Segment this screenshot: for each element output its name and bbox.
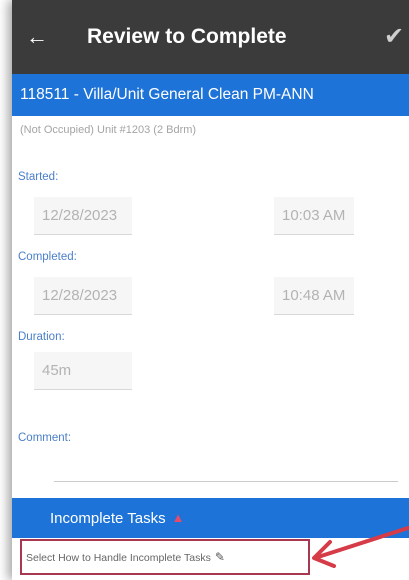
started-time-field[interactable]: 10:03 AM <box>274 197 354 235</box>
completed-date-field[interactable]: 12/28/2023 <box>34 277 132 315</box>
duration-label: Duration: <box>18 331 65 343</box>
warning-triangle-icon: ▲ <box>171 510 185 525</box>
completed-time-field[interactable]: 10:48 AM <box>274 277 354 315</box>
top-app-bar: ← Review to Complete ✔ <box>12 0 409 74</box>
job-title-bar: 118511 - Villa/Unit General Clean PM-ANN <box>12 74 409 116</box>
page-title: Review to Complete <box>87 25 287 48</box>
confirm-button[interactable]: ✔ <box>381 22 407 52</box>
pencil-icon[interactable]: ✎ <box>215 550 225 564</box>
comment-underline <box>54 481 398 482</box>
unit-info: (Not Occupied) Unit #1203 (2 Bdrm) <box>20 124 197 136</box>
started-date-field[interactable]: 12/28/2023 <box>34 197 132 235</box>
incomplete-tasks-title: Incomplete Tasks <box>50 510 166 527</box>
comment-input[interactable] <box>54 455 398 481</box>
phone-screen: ← Review to Complete ✔ 118511 - Villa/Un… <box>12 0 409 580</box>
comment-label: Comment: <box>18 432 72 444</box>
back-button[interactable]: ← <box>24 22 50 52</box>
handle-incomplete-tasks-selector[interactable]: Select How to Handle Incomplete Tasks ✎ <box>20 539 310 575</box>
check-icon: ✔ <box>383 23 405 50</box>
started-label: Started: <box>18 171 59 183</box>
annotation-arrow <box>312 526 409 568</box>
duration-field[interactable]: 45m <box>34 352 132 390</box>
handle-incomplete-tasks-label: Select How to Handle Incomplete Tasks <box>26 552 211 564</box>
completed-label: Completed: <box>18 251 77 263</box>
arrow-left-icon: ← <box>26 24 48 49</box>
